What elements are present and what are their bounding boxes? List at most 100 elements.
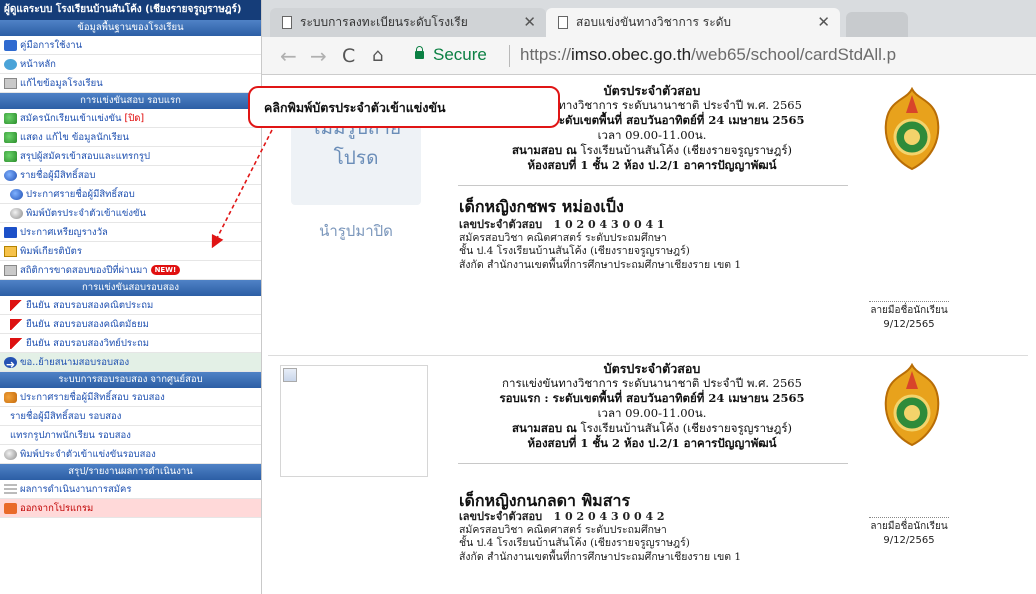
broken-image-icon [280, 365, 428, 477]
card-time: เวลา 09.00-11.00น. [597, 128, 707, 142]
tab-registration[interactable]: ระบบการลงทะเบียนระดับโรงเรีย ✕ [270, 8, 546, 37]
sidebar-item-label: สมัครนักเรียนเข้าแข่งขัน [20, 112, 122, 124]
sidebar-item-label: ยืนยัน สอบรอบสองวิทย์ประถม [26, 337, 150, 349]
url-prefix: https:// [520, 45, 572, 64]
sidebar-section-title: สรุป/รายงานผลการดำเนินงาน [0, 464, 261, 480]
sidebar-item-round2-list[interactable]: รายชื่อผู้มีสิทธิ์สอบ รอบสอง [0, 407, 261, 426]
sidebar-item-label: คู่มือการใช้งาน [20, 39, 83, 51]
exam-id-line: เลขประจำตัวสอบ 1 0 2 0 4 3 0 0 4 1 [459, 218, 741, 232]
exam-id-label: เลขประจำตัวสอบ [459, 510, 543, 523]
sidebar-item-register-students[interactable]: สมัครนักเรียนเข้าแข่งขัน [ปิด] [0, 109, 261, 128]
venue-value: โรงเรียนบ้านสันโค้ง (เชียงรายจรูญราษฎร์) [580, 421, 793, 435]
sidebar-section-title: ระบบการสอบรอบสอง จากศูนย์สอบ [0, 372, 261, 388]
sidebar-item-absence-stats[interactable]: สถิติการขาดสอบของปีที่ผ่านมา NEW! [0, 261, 261, 280]
sidebar-item-edit-school[interactable]: แก้ไขข้อมูลโรงเรียน [0, 74, 261, 93]
signature-date: 9/12/2565 [883, 319, 935, 330]
sidebar-item-label: ประกาศรายชื่อผู้มีสิทธิ์สอบ รอบสอง [20, 391, 165, 403]
flag-icon [10, 337, 23, 349]
sidebar-item-medals[interactable]: ประกาศเหรียญรางวัล [0, 223, 261, 242]
summary-icon [4, 150, 17, 162]
exit-icon [4, 502, 17, 514]
back-arrow-icon[interactable]: ← [280, 43, 297, 69]
sidebar-item-eligible-announce[interactable]: ประกาศรายชื่อผู้มีสิทธิ์สอบ [0, 185, 261, 204]
card-separator [268, 355, 1028, 356]
sidebar-item-edit-students[interactable]: แสดง แก้ไข ข้อมูลนักเรียน [0, 128, 261, 147]
school-line: ชั้น ป.4 โรงเรียนบ้านสันโค้ง (เชียงรายจร… [459, 245, 690, 257]
sidebar-item-label: รายชื่อผู้มีสิทธิ์สอบ รอบสอง [10, 410, 122, 422]
sidebar-item-round2-photos[interactable]: แทรกรูปภาพนักเรียน รอบสอง [0, 426, 261, 445]
sidebar-item-label: หน้าหลัก [20, 58, 56, 70]
card-room: ห้องสอบที่ 1 ชั้น 2 ห้อง ป.2/1 อาคารปัญญ… [527, 158, 777, 172]
close-icon[interactable]: ✕ [817, 8, 830, 37]
tab-label: สอบแข่งขันทางวิชาการ ระดับ [576, 15, 732, 29]
sidebar-item-round2-announce[interactable]: ประกาศรายชื่อผู้มีสิทธิ์สอบ รอบสอง [0, 388, 261, 407]
url-host: imso.obec.go.th [571, 45, 692, 64]
sidebar-item-confirm-sci-primary[interactable]: ยืนยัน สอบรอบสองวิทย์ประถม [0, 334, 261, 353]
register-icon [4, 112, 17, 124]
sidebar-item-confirm-math-secondary[interactable]: ยืนยัน สอบรอบสองคณิตมัธยม [0, 315, 261, 334]
closed-tag: [ปิด] [124, 112, 145, 124]
tab-competition[interactable]: สอบแข่งขันทางวิชาการ ระดับ ✕ [546, 8, 840, 37]
page-content: ไม่มีรูปถ่าย โปรด นำรูปมาปิด บัตรประจำตั… [262, 75, 1036, 594]
sidebar-item-label: พิมพ์เกียรติบัตร [20, 245, 82, 257]
area-line: สังกัด สำนักงานเขตพื้นที่การศึกษาประถมศึ… [459, 550, 742, 563]
divider [458, 185, 848, 186]
sidebar-item-round2-print[interactable]: พิมพ์ประจำตัวเข้าแข่งขันรอบสอง [0, 445, 261, 464]
sidebar-header: ผู้ดูแลระบบ โรงเรียนบ้านสันโค้ง (เชียงรา… [0, 0, 261, 20]
home-icon[interactable]: ⌂ [372, 43, 383, 69]
close-icon[interactable]: ✕ [523, 8, 536, 37]
sidebar-item-certificate[interactable]: พิมพ์เกียรติบัตร [0, 242, 261, 261]
card-venue-line: สนามสอบ ณ โรงเรียนบ้านสันโค้ง (เชียงรายจ… [452, 421, 852, 436]
venue-label: สนามสอบ ณ [511, 143, 577, 157]
tab-label: ระบบการลงทะเบียนระดับโรงเรีย [300, 15, 468, 29]
people-icon [4, 391, 17, 403]
sidebar-item-label: พิมพ์ประจำตัวเข้าแข่งขันรอบสอง [20, 448, 156, 460]
student-icon [4, 131, 17, 143]
print-icon [10, 207, 23, 219]
sidebar-item-label: ประกาศเหรียญรางวัล [20, 226, 108, 238]
new-badge: NEW! [150, 265, 181, 275]
photo-caption: นำรูปมาปิด [319, 222, 393, 240]
exam-id-value: 1 0 2 0 4 3 0 0 4 2 [553, 510, 665, 523]
globe-icon [10, 188, 23, 200]
arrow-right-icon: ➜ [4, 356, 17, 371]
sidebar-item-label: สถิติการขาดสอบของปีที่ผ่านมา [20, 264, 148, 276]
school-line: ชั้น ป.4 โรงเรียนบ้านสันโค้ง (เชียงรายจร… [459, 537, 690, 549]
annotation-callout: คลิกพิมพ์บัตรประจำตัวเข้าแข่งขัน [248, 86, 560, 128]
sidebar-item-print-card[interactable]: พิมพ์บัตรประจำตัวเข้าแข่งขัน [0, 204, 261, 223]
exam-card: บัตรประจำตัวสอบ การแข่งขันทางวิชาการ ระด… [262, 355, 1036, 594]
url-divider [509, 45, 510, 67]
sidebar-item-label: พิมพ์บัตรประจำตัวเข้าแข่งขัน [26, 207, 147, 219]
sidebar-item-logout[interactable]: ออกจากโปรแกรม [0, 499, 261, 518]
venue-value: โรงเรียนบ้านสันโค้ง (เชียงรายจรูญราษฎร์) [580, 143, 793, 157]
sidebar-item-label: ผลการดำเนินงานการสมัคร [20, 483, 132, 495]
sidebar-item-summary[interactable]: สรุปผู้สมัครเข้าสอบและแทรกรูป [0, 147, 261, 166]
sidebar-item-label: แก้ไขข้อมูลโรงเรียน [20, 77, 103, 89]
divider [458, 463, 848, 464]
signature-box: ลายมือชื่อนักเรียน 9/12/2565 [854, 301, 964, 332]
exam-id-line: เลขประจำตัวสอบ 1 0 2 0 4 3 0 0 4 2 [459, 510, 741, 524]
new-tab-button[interactable] [846, 12, 908, 37]
signature-label: ลายมือชื่อนักเรียน [870, 305, 948, 316]
student-name: เด็กหญิงกชพร หม่องเป็ง [459, 197, 624, 216]
edit-icon [4, 77, 17, 89]
forward-arrow-icon[interactable]: → [310, 43, 327, 69]
sidebar-item-move-venue[interactable]: ➜ ขอ..ย้ายสนามสอบรอบสอง [0, 353, 261, 372]
sidebar-item-manual[interactable]: คู่มือการใช้งาน [0, 36, 261, 55]
sidebar-item-eligible-list[interactable]: รายชื่อผู้มีสิทธิ์สอบ [0, 166, 261, 185]
sidebar-item-report[interactable]: ผลการดำเนินงานการสมัคร [0, 480, 261, 499]
student-details: เลขประจำตัวสอบ 1 0 2 0 4 3 0 0 4 2 สมัคร… [459, 510, 741, 564]
url-field[interactable]: https://imso.obec.go.th/web65/school/car… [520, 45, 896, 65]
globe-icon [4, 169, 17, 181]
home-icon [4, 58, 17, 70]
venue-label: สนามสอบ ณ [511, 421, 577, 435]
signature-line [869, 301, 949, 302]
reload-icon[interactable]: C [342, 43, 355, 69]
obec-emblem [884, 363, 940, 447]
sidebar-item-confirm-math-primary[interactable]: ยืนยัน สอบรอบสองคณิตประถม [0, 296, 261, 315]
card-time: เวลา 09.00-11.00น. [597, 406, 707, 420]
card-competition: การแข่งขันทางวิชาการ ระดับนานาชาติ ประจำ… [502, 376, 802, 390]
sidebar-item-home[interactable]: หน้าหลัก [0, 55, 261, 74]
flag-icon [10, 299, 23, 311]
signature-label: ลายมือชื่อนักเรียน [870, 521, 948, 532]
